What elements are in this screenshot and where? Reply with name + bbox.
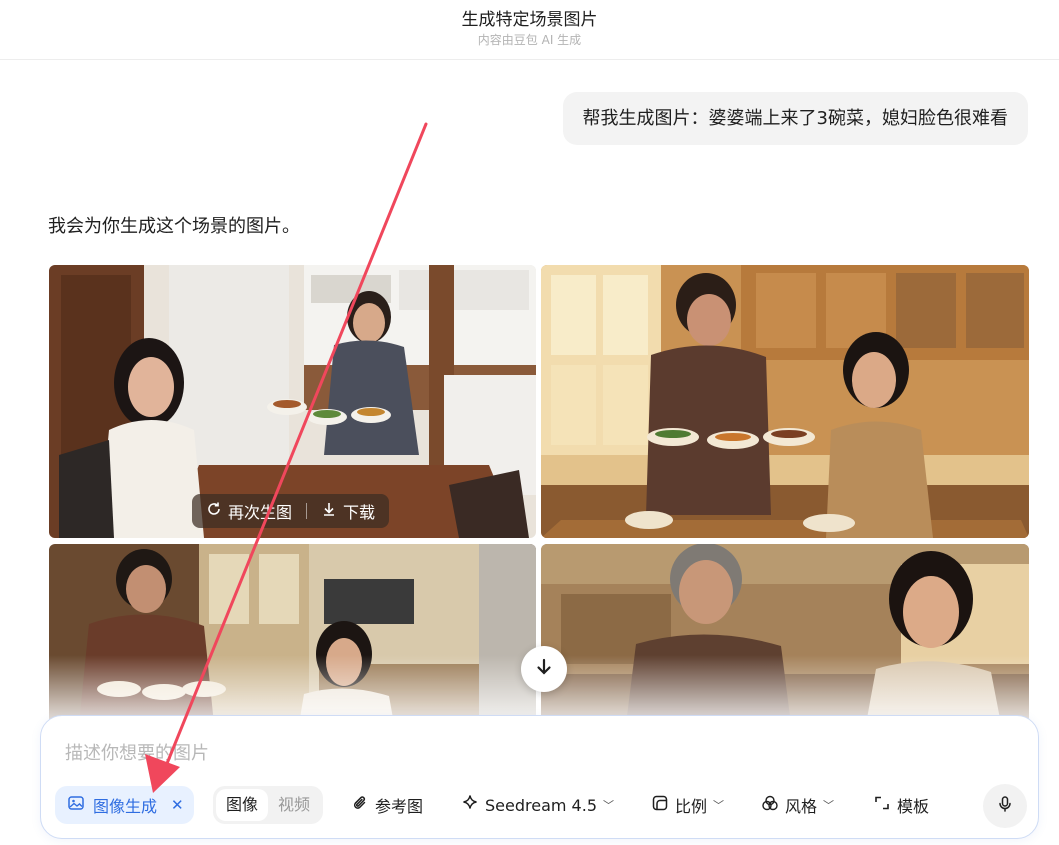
download-button[interactable]: 下载 bbox=[317, 499, 379, 523]
ratio-label: 比例 bbox=[675, 797, 708, 816]
style-label: 风格 bbox=[785, 797, 818, 816]
chevron-down-icon: ﹀ bbox=[713, 799, 725, 812]
image-icon bbox=[67, 794, 85, 816]
assistant-reply: 我会为你生成这个场景的图片。 bbox=[48, 216, 300, 237]
segment-video[interactable]: 视频 bbox=[268, 789, 320, 821]
template-button[interactable]: 模板 bbox=[873, 786, 929, 824]
regenerate-label: 再次生图 bbox=[228, 503, 293, 522]
image-generation-label: 图像生成 bbox=[93, 797, 158, 816]
microphone-icon bbox=[996, 795, 1014, 817]
model-selector[interactable]: Seedream 4.5 ﹀ bbox=[461, 786, 614, 824]
model-label: Seedream 4.5 bbox=[485, 795, 597, 815]
download-icon bbox=[321, 501, 337, 521]
action-divider bbox=[306, 503, 308, 519]
paperclip-icon bbox=[351, 794, 369, 816]
close-icon[interactable]: ✕ bbox=[171, 796, 184, 814]
page-title: 生成特定场景图片 bbox=[461, 10, 598, 30]
prompt-composer: 描述你想要的图片 图像生成 ✕ 图像 视频 参考图 Seedream 4.5 ﹀… bbox=[40, 715, 1039, 839]
reference-image-button[interactable]: 参考图 bbox=[351, 786, 423, 824]
page-subtitle: 内容由豆包 AI 生成 bbox=[477, 33, 582, 47]
style-selector[interactable]: 风格 ﹀ bbox=[761, 786, 834, 824]
sparkle-icon bbox=[461, 794, 479, 816]
palette-icon bbox=[761, 794, 779, 816]
voice-input-button[interactable] bbox=[983, 784, 1027, 828]
prompt-input[interactable]: 描述你想要的图片 bbox=[65, 739, 209, 765]
user-message: 帮我生成图片：婆婆端上来了3碗菜，媳妇脸色很难看 bbox=[562, 92, 1028, 145]
generated-image-2[interactable] bbox=[541, 265, 1029, 538]
chevron-down-icon: ﹀ bbox=[823, 799, 835, 812]
segment-image[interactable]: 图像 bbox=[216, 789, 269, 821]
refresh-icon bbox=[206, 501, 222, 521]
template-label: 模板 bbox=[897, 797, 930, 816]
regenerate-button[interactable]: 再次生图 bbox=[202, 499, 296, 523]
media-type-toggle: 图像 视频 bbox=[213, 786, 324, 824]
scroll-to-bottom-button[interactable] bbox=[521, 646, 567, 692]
page-header: 生成特定场景图片 内容由豆包 AI 生成 bbox=[0, 0, 1059, 60]
image-action-bar: 再次生图 下载 bbox=[192, 494, 390, 528]
download-label: 下载 bbox=[343, 503, 376, 522]
ratio-icon bbox=[651, 794, 669, 816]
reference-image-label: 参考图 bbox=[375, 797, 424, 816]
image-generation-chip[interactable]: 图像生成 ✕ bbox=[55, 786, 194, 824]
chevron-down-icon: ﹀ bbox=[603, 799, 614, 812]
arrow-down-icon bbox=[534, 657, 554, 681]
ratio-selector[interactable]: 比例 ﹀ bbox=[651, 786, 724, 824]
expand-icon bbox=[873, 794, 891, 816]
